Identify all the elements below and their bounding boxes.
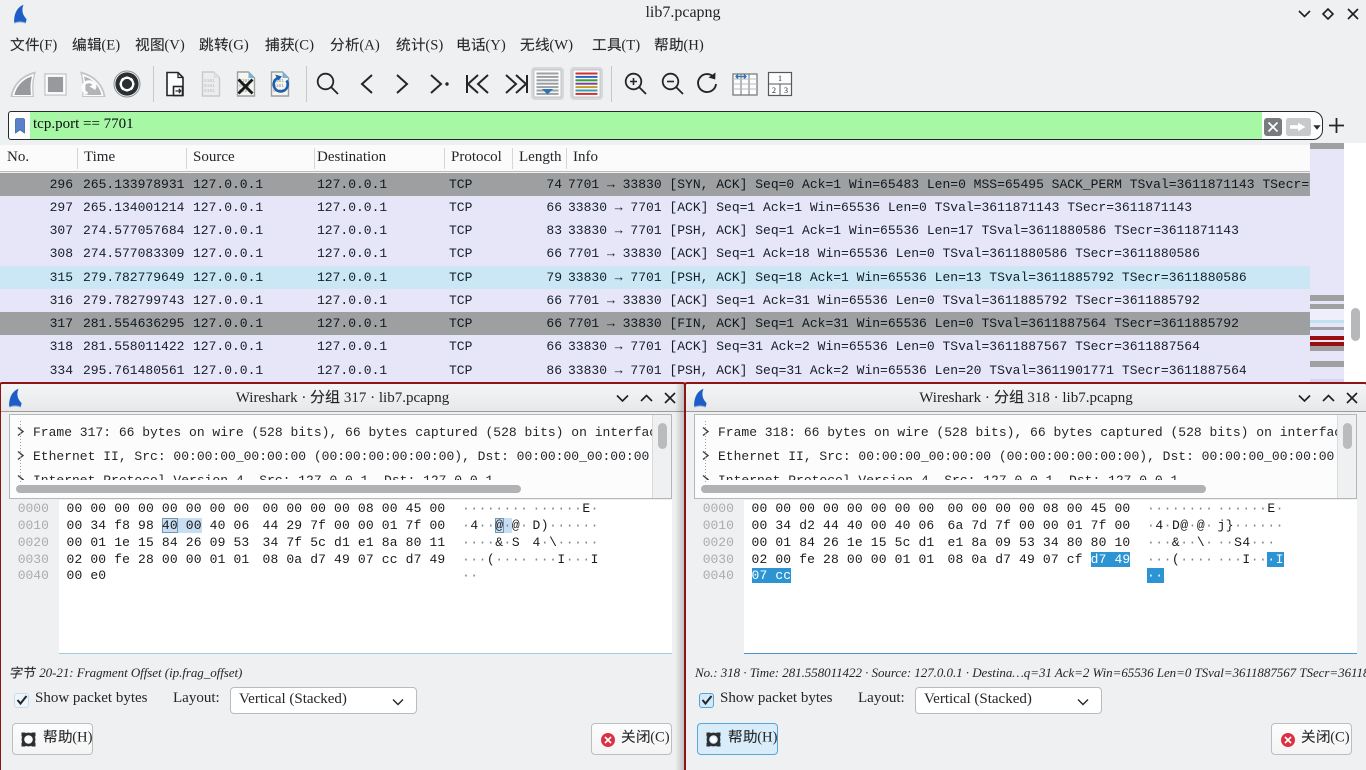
svg-text:0101: 0101 — [204, 88, 215, 94]
svg-text:1: 1 — [778, 74, 782, 83]
svg-text:3: 3 — [784, 86, 788, 95]
svg-text:2: 2 — [772, 86, 776, 95]
